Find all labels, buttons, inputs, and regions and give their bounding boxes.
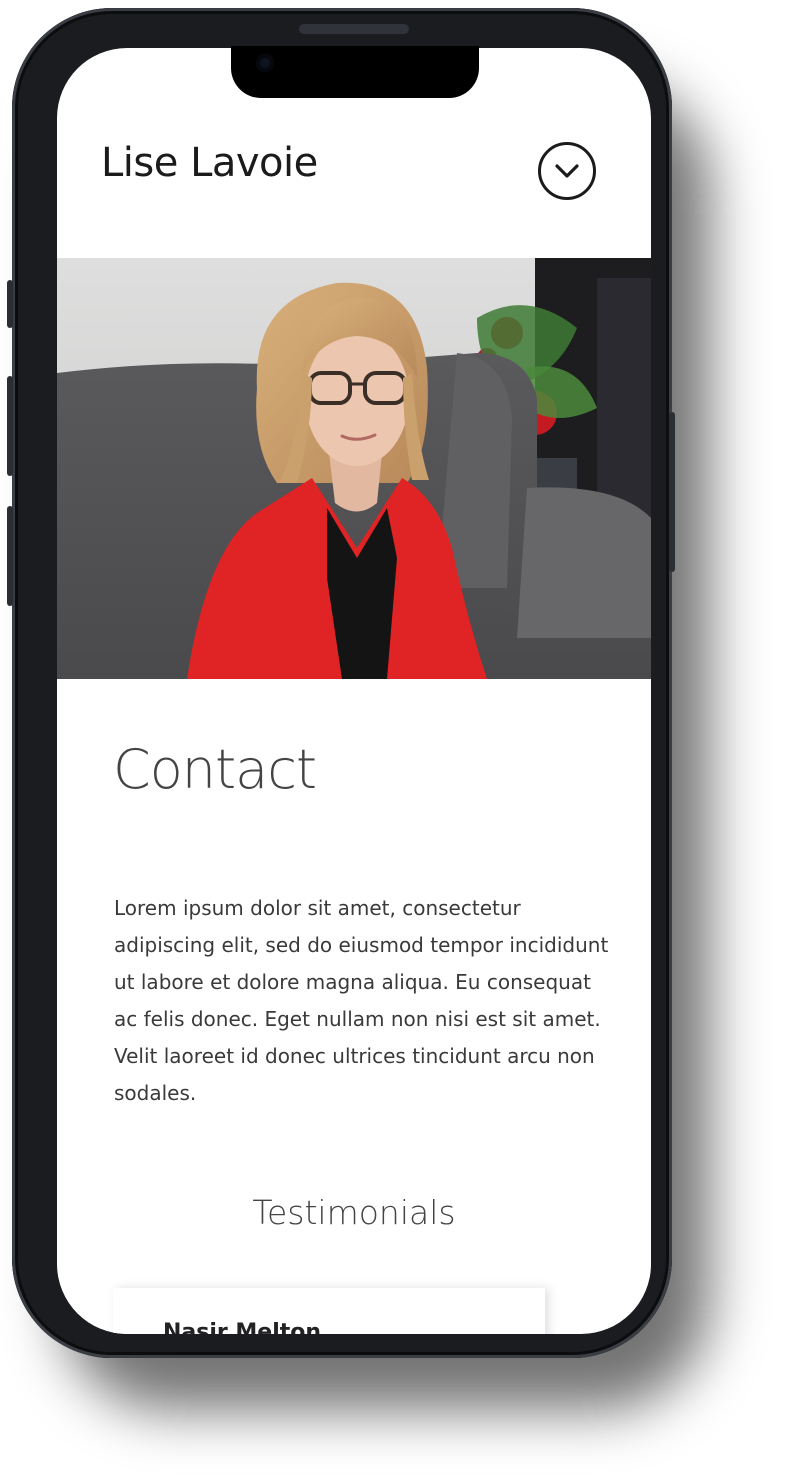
menu-toggle-button[interactable] <box>538 142 596 200</box>
mute-switch <box>7 280 13 328</box>
front-camera <box>256 54 274 72</box>
contact-body-text: Lorem ipsum dolor sit amet, consectetur … <box>114 896 609 1105</box>
testimonial-card: Nasir Melton <box>113 1288 545 1334</box>
phone-frame: Lise Lavoie Contact Lorem ipsum dolor si… <box>7 8 675 1358</box>
mockup-stage: Lise Lavoie Contact Lorem ipsum dolor si… <box>0 0 786 1481</box>
site-title[interactable]: Lise Lavoie <box>101 140 318 186</box>
volume-up-button <box>7 376 13 476</box>
phone-screen: Lise Lavoie Contact Lorem ipsum dolor si… <box>57 48 651 1334</box>
contact-heading: Contact <box>113 738 317 801</box>
hero-portrait-image <box>57 258 651 679</box>
chevron-down-icon <box>555 164 579 178</box>
earpiece-speaker <box>299 24 409 34</box>
volume-down-button <box>7 506 13 606</box>
testimonial-author-name: Nasir Melton <box>163 1320 322 1334</box>
power-button <box>669 412 675 572</box>
testimonials-heading: Testimonials <box>252 1193 456 1232</box>
